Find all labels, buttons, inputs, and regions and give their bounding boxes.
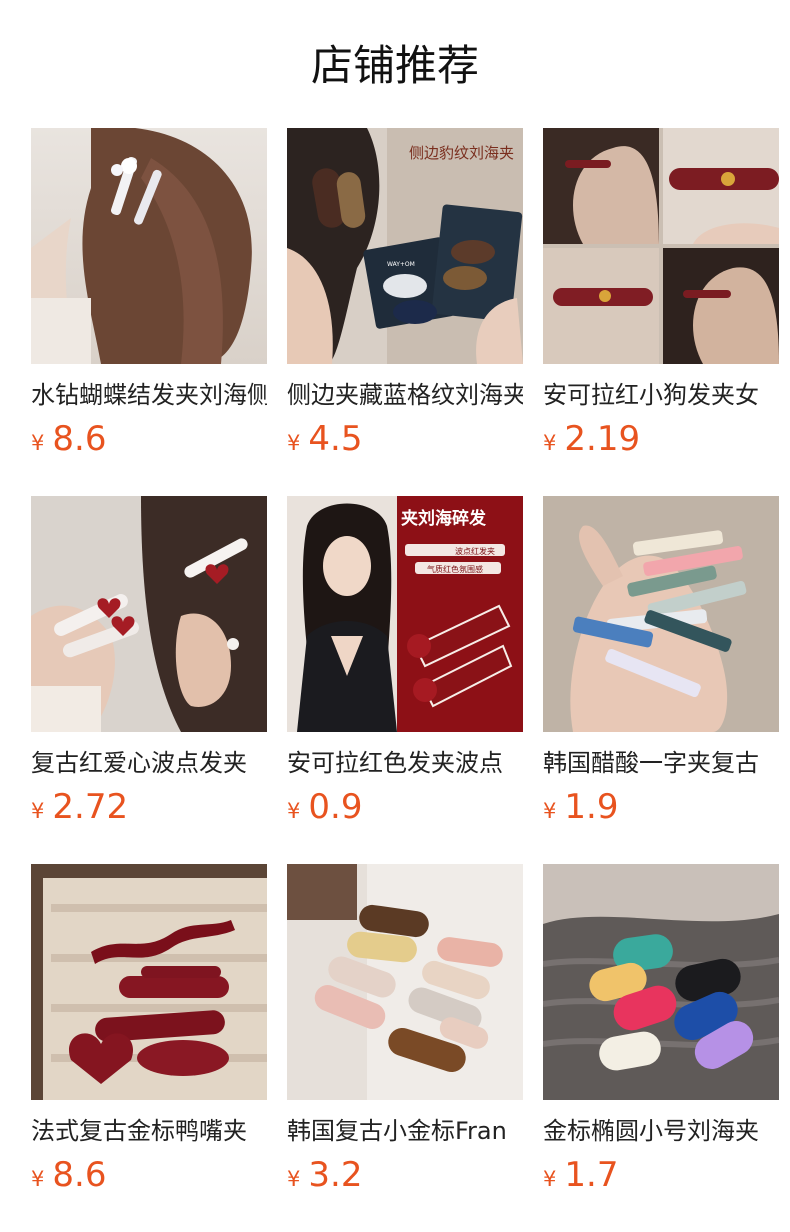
price-value: 1.7 (564, 1155, 619, 1195)
hair-clip-photo-graphic: 夹刘海碎发 波点红发夹 气质红色氛围感 (287, 496, 523, 732)
product-card[interactable]: 侧边豹纹刘海夹 WAY+OM 侧边夹藏蓝格纹刘海夹 ¥4.5 (287, 128, 523, 496)
price-value: 4.5 (308, 419, 363, 459)
hair-clip-photo-graphic (543, 496, 779, 732)
product-price: ¥2.72 (31, 787, 267, 827)
product-name[interactable]: 金标椭圆小号刘海夹 (543, 1113, 779, 1149)
product-price: ¥2.19 (543, 419, 779, 459)
product-grid: 水钻蝴蝶结发夹刘海侧边夹 ¥8.6 侧边豹纹刘海夹 WAY (31, 128, 779, 1232)
product-image[interactable] (287, 864, 523, 1100)
image-tag-text: 气质红色氛围感 (427, 564, 483, 574)
currency-symbol: ¥ (543, 431, 557, 455)
hair-clip-photo-graphic (543, 864, 779, 1100)
price-value: 1.9 (564, 787, 619, 827)
price-value: 3.2 (308, 1155, 363, 1195)
product-card[interactable]: 法式复古金标鸭嘴夹 ¥8.6 (31, 864, 267, 1232)
product-card[interactable]: 夹刘海碎发 波点红发夹 气质红色氛围感 安可拉红色发夹波点 ¥0.9 (287, 496, 523, 864)
hair-clip-photo-graphic (31, 864, 267, 1100)
price-value: 2.72 (52, 787, 129, 827)
product-card[interactable]: 韩国醋酸一字夹复古 ¥1.9 (543, 496, 779, 864)
product-price: ¥1.9 (543, 787, 779, 827)
product-name[interactable]: 韩国醋酸一字夹复古 (543, 745, 779, 781)
product-price: ¥3.2 (287, 1155, 523, 1195)
price-value: 8.6 (52, 419, 107, 459)
product-image[interactable]: 夹刘海碎发 波点红发夹 气质红色氛围感 (287, 496, 523, 732)
product-price: ¥8.6 (31, 1155, 267, 1195)
price-value: 8.6 (52, 1155, 107, 1195)
page-title: 店铺推荐 (310, 41, 479, 90)
product-image[interactable] (31, 128, 267, 364)
product-card[interactable]: 韩国复古小金标Fran ¥3.2 (287, 864, 523, 1232)
product-name[interactable]: 安可拉红小狗发夹女 (543, 377, 779, 413)
product-name[interactable]: 安可拉红色发夹波点 (287, 745, 523, 781)
currency-symbol: ¥ (287, 431, 301, 455)
hair-clip-photo-graphic (287, 864, 523, 1100)
image-tag-text: 波点红发夹 (455, 546, 495, 556)
product-name[interactable]: 水钻蝴蝶结发夹刘海侧边夹 (31, 377, 267, 413)
currency-symbol: ¥ (31, 1167, 45, 1191)
product-name[interactable]: 韩国复古小金标Fran (287, 1113, 523, 1149)
currency-symbol: ¥ (287, 1167, 301, 1191)
hair-clip-photo-graphic (31, 128, 267, 364)
product-image[interactable] (543, 864, 779, 1100)
product-name[interactable]: 侧边夹藏蓝格纹刘海夹 (287, 377, 523, 413)
product-card[interactable]: 水钻蝴蝶结发夹刘海侧边夹 ¥8.6 (31, 128, 267, 496)
product-card[interactable]: 复古红爱心波点发夹 ¥2.72 (31, 496, 267, 864)
currency-symbol: ¥ (31, 799, 45, 823)
hair-clip-photo-graphic (543, 128, 779, 364)
product-image[interactable]: 侧边豹纹刘海夹 WAY+OM (287, 128, 523, 364)
price-value: 0.9 (308, 787, 363, 827)
hair-clip-photo-graphic: 侧边豹纹刘海夹 WAY+OM (287, 128, 523, 364)
product-card[interactable]: 安可拉红小狗发夹女 ¥2.19 (543, 128, 779, 496)
product-price: ¥1.7 (543, 1155, 779, 1195)
product-image[interactable] (543, 496, 779, 732)
product-card[interactable]: 金标椭圆小号刘海夹 ¥1.7 (543, 864, 779, 1232)
currency-symbol: ¥ (31, 431, 45, 455)
product-price: ¥0.9 (287, 787, 523, 827)
price-value: 2.19 (564, 419, 641, 459)
image-overlay-text: 夹刘海碎发 (401, 508, 487, 529)
product-image[interactable] (31, 496, 267, 732)
product-image[interactable] (543, 128, 779, 364)
product-name[interactable]: 复古红爱心波点发夹 (31, 745, 267, 781)
product-name[interactable]: 法式复古金标鸭嘴夹 (31, 1113, 267, 1149)
currency-symbol: ¥ (287, 799, 301, 823)
product-price: ¥4.5 (287, 419, 523, 459)
card-brand-text: WAY+OM (387, 261, 415, 268)
currency-symbol: ¥ (543, 799, 557, 823)
currency-symbol: ¥ (543, 1167, 557, 1191)
hair-clip-photo-graphic (31, 496, 267, 732)
product-image[interactable] (31, 864, 267, 1100)
image-overlay-text: 侧边豹纹刘海夹 (409, 144, 514, 162)
product-price: ¥8.6 (31, 419, 267, 459)
